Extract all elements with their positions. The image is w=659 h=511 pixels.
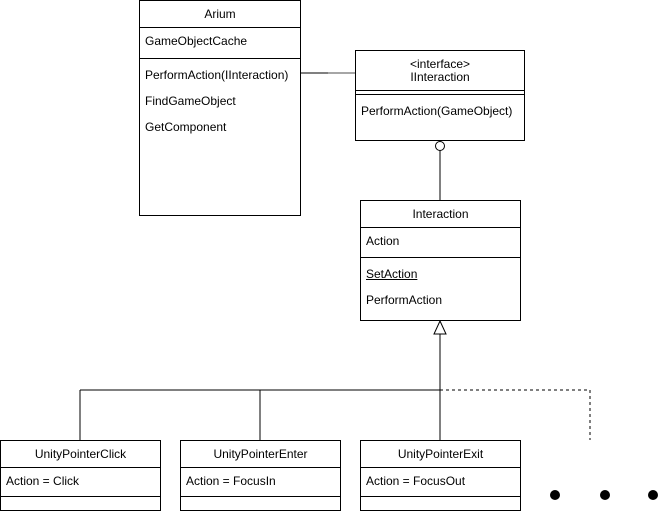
method: PerformAction	[366, 293, 443, 307]
attribute: GameObjectCache	[145, 34, 248, 48]
method: FindGameObject	[145, 94, 236, 108]
attribute: Action	[366, 234, 400, 248]
attributes-section: Action = FocusIn	[181, 468, 340, 497]
connectors	[79, 72, 658, 500]
attributes-section: Action = Click	[1, 468, 160, 497]
ellipsis-dot	[550, 490, 560, 500]
methods-section	[361, 497, 520, 510]
class-unity-pointer-enter[interactable]: UnityPointerEnter Action = FocusIn	[180, 440, 341, 511]
method: PerformAction(IInteraction)	[145, 68, 289, 82]
methods-section	[1, 497, 160, 510]
attributes-section: GameObjectCache	[140, 28, 300, 59]
ellipsis-dot	[600, 490, 610, 500]
attribute: Action = FocusIn	[186, 474, 276, 488]
interface-lollipop-icon	[435, 141, 445, 151]
class-interaction[interactable]: Interaction Action SetAction PerformActi…	[360, 200, 521, 321]
class-header: <interface> IInteraction	[356, 51, 524, 91]
class-name: UnityPointerClick	[1, 441, 160, 468]
methods-section: PerformAction(IInteraction) FindGameObje…	[140, 59, 300, 209]
class-name: Interaction	[361, 201, 520, 228]
attribute: Action = FocusOut	[366, 474, 466, 488]
method: GetComponent	[145, 120, 227, 134]
class-name: Arium	[140, 1, 300, 28]
class-arium[interactable]: Arium GameObjectCache PerformAction(IInt…	[139, 0, 301, 216]
ellipsis-dot	[648, 490, 658, 500]
attribute: Action = Click	[6, 474, 80, 488]
class-name: UnityPointerEnter	[181, 441, 340, 468]
methods-section: SetAction PerformAction	[361, 258, 520, 320]
attributes-section: Action	[361, 228, 520, 258]
static-method: SetAction	[366, 267, 418, 281]
method: PerformAction(GameObject)	[361, 104, 513, 118]
class-iinteraction[interactable]: <interface> IInteraction PerformAction(G…	[355, 50, 525, 141]
methods-section: PerformAction(GameObject)	[356, 95, 524, 140]
attributes-section: Action = FocusOut	[361, 468, 520, 497]
class-name: IInteraction	[410, 70, 470, 84]
class-unity-pointer-exit[interactable]: UnityPointerExit Action = FocusOut	[360, 440, 521, 511]
class-name: UnityPointerExit	[361, 441, 520, 468]
generalization-arrowhead-icon	[433, 319, 447, 335]
class-unity-pointer-click[interactable]: UnityPointerClick Action = Click	[0, 440, 161, 511]
methods-section	[181, 497, 340, 510]
